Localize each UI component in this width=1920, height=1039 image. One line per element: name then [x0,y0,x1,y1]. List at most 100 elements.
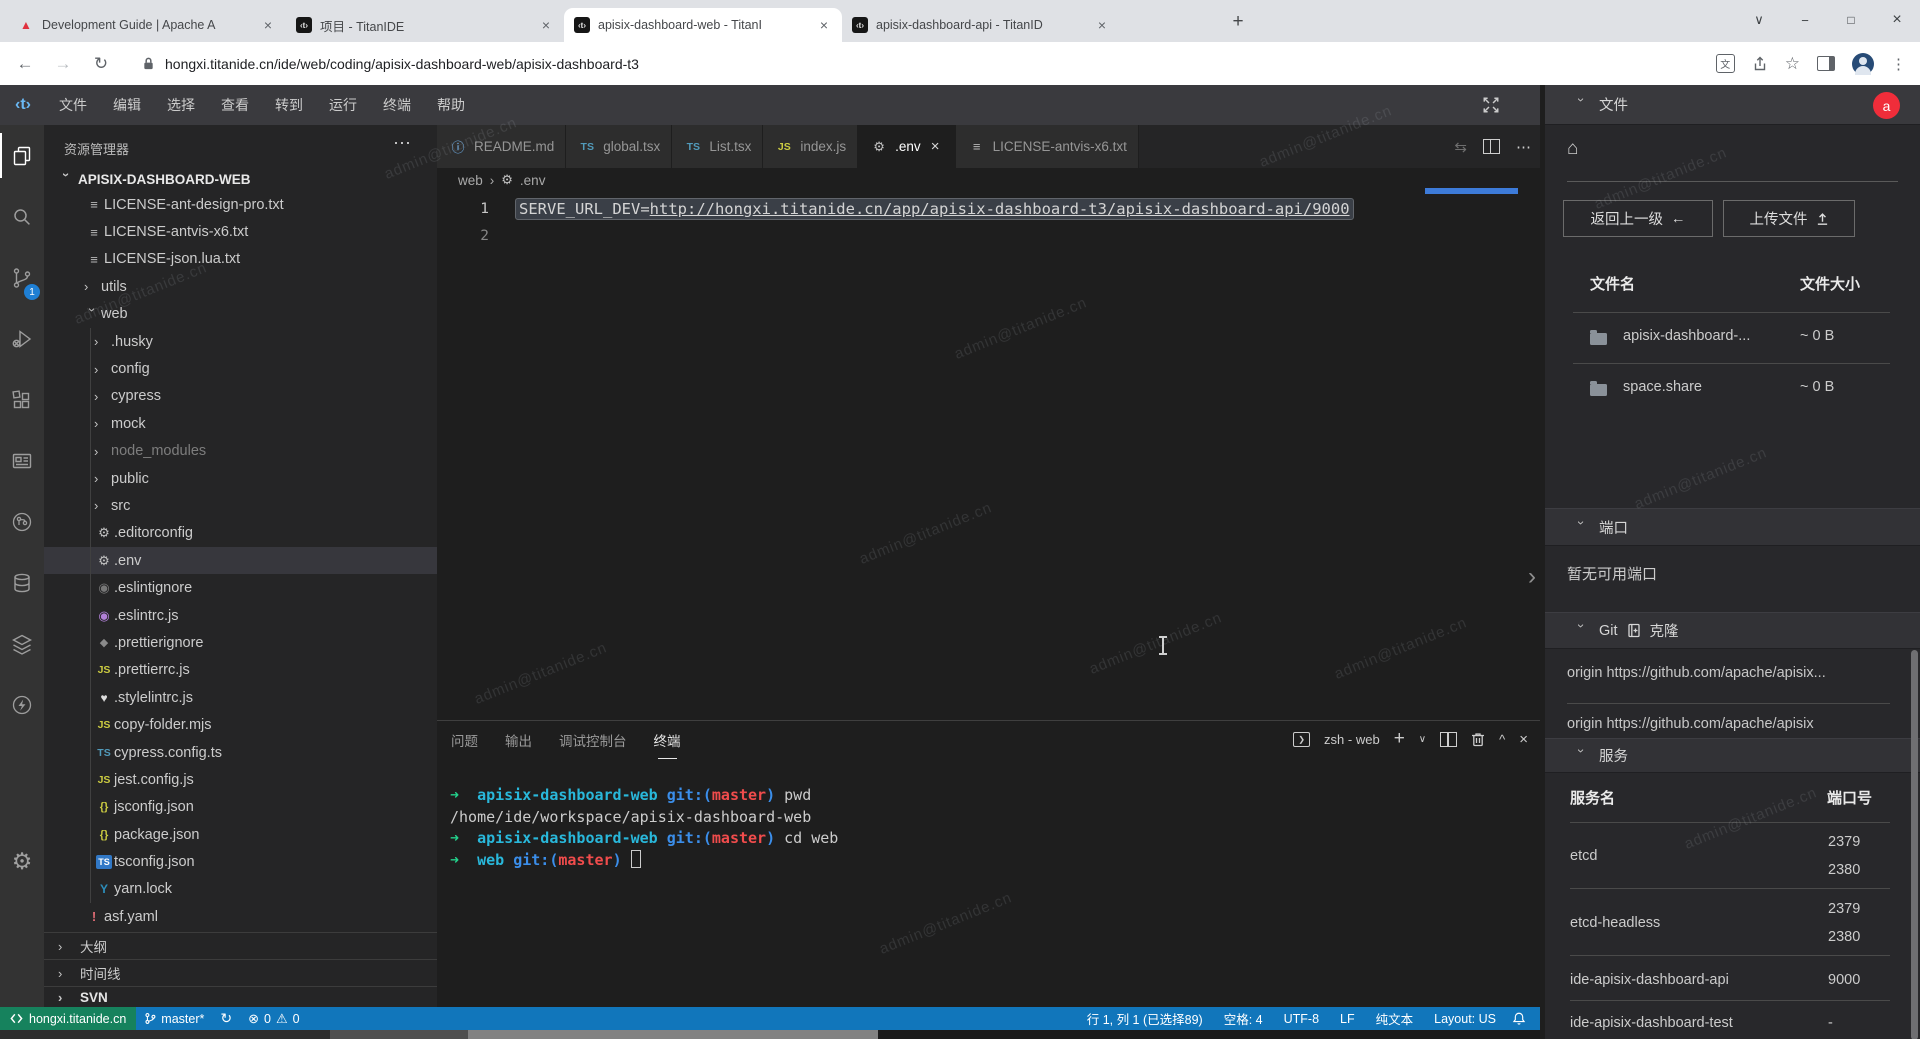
breadcrumb[interactable]: web › ⚙ .env [458,172,545,188]
status-item[interactable]: LF [1334,1007,1361,1030]
tree-row[interactable]: {} package.json [44,821,437,848]
file-row-name[interactable]: space.share [1623,379,1702,395]
tree-row[interactable]: ≡ LICENSE-ant-design-pro.txt [44,191,437,218]
power-icon[interactable] [0,674,44,735]
menu-item[interactable]: 帮助 [424,95,478,115]
terminal-output[interactable]: ➜ apisix-dashboard-web git:(master) pwd/… [450,785,838,871]
home-icon[interactable]: ⌂ [1567,138,1578,160]
tab-close-icon[interactable]: × [260,17,276,33]
tree-row[interactable]: Y yarn.lock [44,876,437,903]
sidebar-section-svn[interactable]: › SVN [44,986,437,1007]
new-terminal-icon[interactable]: + [1394,728,1405,750]
tree-row[interactable]: ♥ .stylelintrc.js [44,684,437,711]
menu-item[interactable]: 编辑 [100,95,154,115]
run-debug-icon[interactable] [0,308,44,369]
panel-expand-chevron-icon[interactable]: › [1528,563,1536,591]
tree-row[interactable]: › cypress [44,383,437,410]
maximize-button[interactable]: □ [1828,0,1874,40]
scrollbar-thumb[interactable] [1911,650,1918,1039]
panel-tab[interactable]: 终端 [654,730,681,759]
tree-row[interactable]: ⚙ .env [44,547,437,574]
user-avatar[interactable]: a [1873,92,1900,119]
close-panel-icon[interactable]: × [1519,731,1528,748]
remote-indicator[interactable]: hongxi.titanide.cn [0,1007,136,1030]
browser-menu-icon[interactable]: ⋮ [1891,55,1906,73]
upload-file-button[interactable]: 上传文件 [1723,200,1855,237]
new-tab-button[interactable]: + [1224,8,1252,36]
tree-row[interactable]: ⚙ .editorconfig [44,520,437,547]
tree-row[interactable]: JS jest.config.js [44,766,437,793]
tree-row[interactable]: › node_modules [44,438,437,465]
source-control-icon[interactable]: 1 [0,247,44,308]
open-changes-icon[interactable]: ⇆ [1454,138,1467,156]
status-item[interactable]: 空格: 4 [1218,1007,1269,1030]
browser-tab[interactable]: Development Guide | Apache A × [8,8,286,42]
report-panel-icon[interactable] [0,430,44,491]
git-branch-indicator[interactable]: master* [136,1007,212,1030]
tree-row[interactable]: ◉ .eslintignore [44,574,437,601]
extensions-icon[interactable] [0,369,44,430]
panel-tab[interactable]: 问题 [451,730,478,759]
status-item[interactable]: Layout: US [1428,1007,1502,1030]
files-section-header[interactable]: › 文件 [1545,85,1920,125]
fullscreen-icon[interactable] [1482,96,1500,114]
menu-item[interactable]: 运行 [316,95,370,115]
pipeline-icon[interactable] [0,491,44,552]
menu-item[interactable]: 选择 [154,95,208,115]
editor-tab[interactable]: ⓘ README.md [437,125,566,168]
explorer-more-icon[interactable]: ⋯ [393,133,411,154]
tree-row[interactable]: › src [44,492,437,519]
project-root[interactable]: › APISIX-DASHBOARD-WEB [58,172,251,187]
split-terminal-icon[interactable] [1440,732,1457,747]
settings-gear-icon[interactable]: ⚙ [0,840,44,882]
tree-row[interactable]: JS .prettierrc.js [44,657,437,684]
editor-tab[interactable]: TS List.tsx [672,125,763,168]
tab-close-icon[interactable]: × [816,17,832,33]
editor-tab[interactable]: JS index.js [763,125,858,168]
minimize-button[interactable]: − [1782,0,1828,40]
editor-tab[interactable]: ≡ LICENSE-antvis-x6.txt [956,125,1139,168]
share-icon[interactable] [1752,56,1768,72]
menu-item[interactable]: 终端 [370,95,424,115]
services-section-header[interactable]: › 服务 [1545,738,1920,773]
sidebar-section-outline[interactable]: › 大纲 [44,932,437,959]
panel-tab[interactable]: 输出 [505,730,532,759]
bookmark-star-icon[interactable]: ☆ [1785,54,1800,74]
problems-indicator[interactable]: ⊗ 0 ⚠ 0 [240,1007,307,1030]
back-icon[interactable]: ← [14,54,36,74]
breadcrumb-file[interactable]: .env [520,173,546,188]
panel-tab[interactable]: 调试控制台 [559,730,627,759]
git-section-header[interactable]: › Git 克隆 [1545,612,1920,649]
tree-row[interactable]: › public [44,465,437,492]
close-window-button[interactable]: × [1874,0,1920,40]
ports-section-header[interactable]: › 端口 [1545,508,1920,546]
omnibox[interactable]: hongxi.titanide.cn/ide/web/coding/apisix… [128,48,1700,80]
reload-icon[interactable]: ↻ [90,54,112,74]
more-actions-icon[interactable]: ⋯ [1516,138,1532,156]
tab-close-icon[interactable]: × [1094,17,1110,33]
file-row-name[interactable]: apisix-dashboard-... [1623,328,1750,344]
breadcrumb-folder[interactable]: web [458,173,483,188]
status-item[interactable]: 行 1, 列 1 (已选择89) [1081,1007,1209,1030]
browser-tab[interactable]: apisix-dashboard-api - TitanID × [842,8,1120,42]
tree-row[interactable]: › utils [44,273,437,300]
status-item[interactable]: UTF-8 [1278,1007,1325,1030]
menu-item[interactable]: 文件 [46,95,100,115]
search-icon[interactable] [0,186,44,247]
database-icon[interactable] [0,552,44,613]
sidebar-section-timeline[interactable]: › 时间线 [44,959,437,986]
tab-search-icon[interactable]: ∨ [1736,0,1782,40]
translate-icon[interactable]: 文 [1716,54,1735,73]
tree-row[interactable]: JS copy-folder.mjs [44,711,437,738]
layers-icon[interactable] [0,613,44,674]
tab-close-icon[interactable]: × [538,17,554,33]
tree-row[interactable]: ≡ LICENSE-json.lua.txt [44,246,437,273]
tree-row[interactable]: › mock [44,410,437,437]
tree-row[interactable]: {} jsconfig.json [44,794,437,821]
menu-item[interactable]: 查看 [208,95,262,115]
editor-tab[interactable]: ⚙ .env × [858,125,956,168]
tree-row[interactable]: TS tsconfig.json [44,848,437,875]
forward-icon[interactable]: → [52,54,74,74]
tree-row[interactable]: ◆ .prettierignore [44,629,437,656]
explorer-icon[interactable] [0,125,44,186]
